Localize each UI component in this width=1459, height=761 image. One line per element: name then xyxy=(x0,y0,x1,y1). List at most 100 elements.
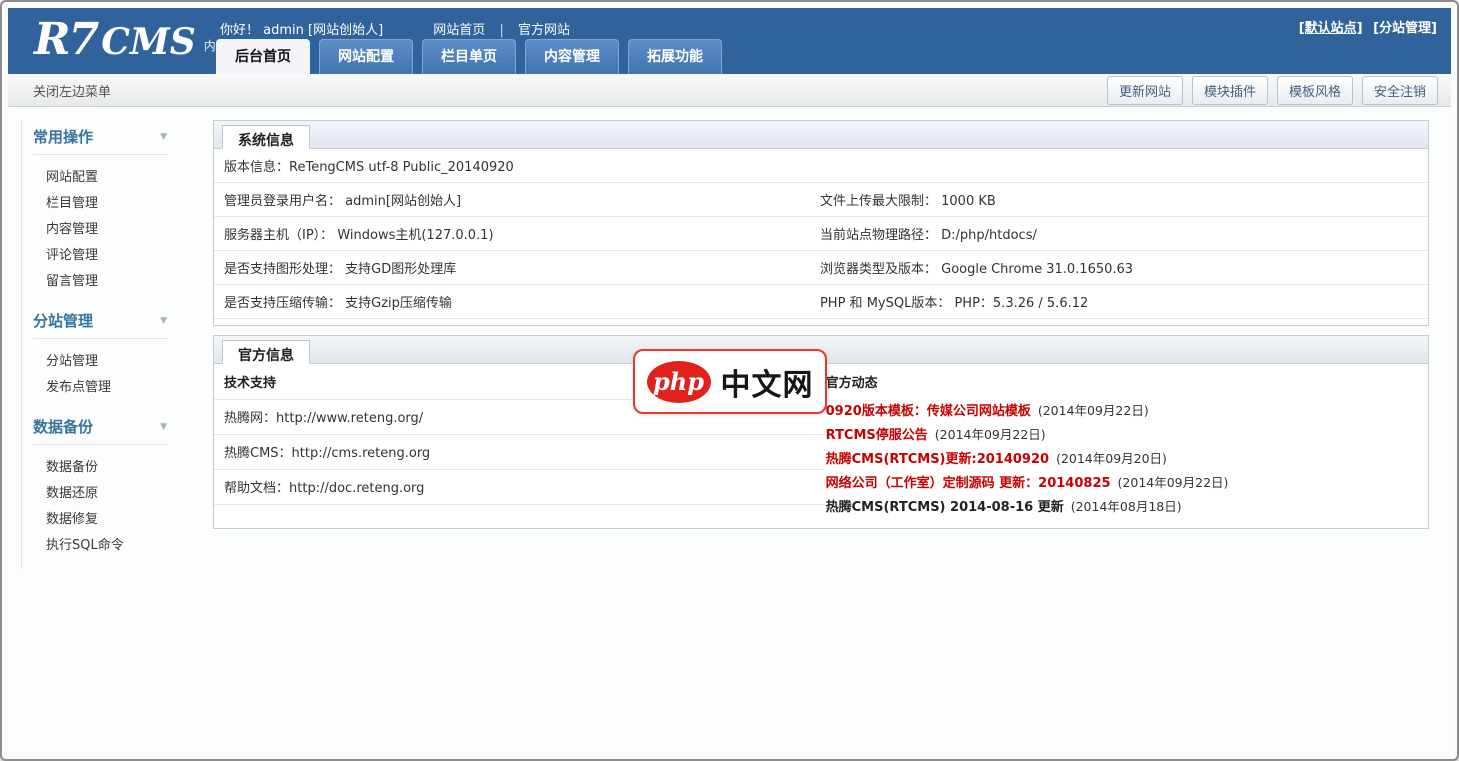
module-plugins-button[interactable]: 模块插件 xyxy=(1192,76,1268,105)
site-path-info: 当前站点物理路径： D:/php/htdocs/ xyxy=(820,224,1428,243)
list-item[interactable]: RTCMS停服公告(2014年09月22日) xyxy=(826,422,1420,446)
info-value: 1000 KB xyxy=(941,194,996,209)
info-label: 版本信息： xyxy=(224,160,289,175)
sidebar-item-content-admin[interactable]: 内容管理 xyxy=(46,215,186,241)
table-row: 管理员登录用户名： admin[网站创始人] 文件上传最大限制： 1000 KB xyxy=(214,183,1428,217)
admin-username-info: 管理员登录用户名： admin[网站创始人] xyxy=(224,190,820,209)
user-greeting: 你好！ admin [网站创始人] xyxy=(220,23,383,38)
sidebar-item-site-config[interactable]: 网站配置 xyxy=(46,163,186,189)
info-value: ReTengCMS utf-8 Public_20140920 xyxy=(289,160,514,175)
sidebar-group-common-header[interactable]: 常用操作 ▼ xyxy=(33,121,169,155)
sidebar-group-title: 数据备份 xyxy=(33,416,93,437)
sidebar-item-data-restore[interactable]: 数据还原 xyxy=(46,479,186,505)
brand-logo-cms: CMS xyxy=(101,21,196,63)
tab-content-admin[interactable]: 内容管理 xyxy=(525,39,619,74)
list-item[interactable]: 热腾CMS(RTCMS) 2014-08-16 更新 (2014年08月18日) xyxy=(826,494,1420,518)
sidebar-group-backup-items: 数据备份 数据还原 数据修复 执行SQL命令 xyxy=(33,445,186,569)
info-label: 是否支持图形处理： xyxy=(224,262,341,277)
info-label: 管理员登录用户名： xyxy=(224,194,341,209)
sidebar-group-common-items: 网站配置 栏目管理 内容管理 评论管理 留言管理 xyxy=(33,155,186,305)
info-value: D:/php/htdocs/ xyxy=(941,228,1037,243)
sidebar-group-branch: 分站管理 ▼ 分站管理 发布点管理 xyxy=(33,305,186,411)
gzip-support-info: 是否支持压缩传输： 支持Gzip压缩传输 xyxy=(224,292,820,311)
news-title[interactable]: 热腾CMS(RTCMS) 2014-08-16 更新 xyxy=(826,500,1064,515)
default-site-link[interactable]: [默认站点] xyxy=(1299,21,1363,36)
news-date: (2014年09月22日) xyxy=(1118,475,1229,490)
info-label: PHP 和 MySQL版本： xyxy=(820,296,950,311)
help-doc-link[interactable]: http://doc.reteng.org xyxy=(289,481,424,496)
reteng-cms-link[interactable]: http://cms.reteng.org xyxy=(292,446,431,461)
info-value: Google Chrome 31.0.1650.63 xyxy=(941,262,1133,277)
table-row: 是否支持压缩传输： 支持Gzip压缩传输 PHP 和 MySQL版本： PHP：… xyxy=(214,285,1428,319)
browser-info: 浏览器类型及版本： Google Chrome 31.0.1650.63 xyxy=(820,258,1428,277)
list-item[interactable]: 热腾CMS(RTCMS)更新:20140920 (2014年09月20日) xyxy=(826,446,1420,470)
list-item[interactable]: 0920版本模板：传媒公司网站模板 (2014年09月22日) xyxy=(826,398,1420,422)
sidebar-item-comment-admin[interactable]: 评论管理 xyxy=(46,241,186,267)
sidebar-item-exec-sql[interactable]: 执行SQL命令 xyxy=(46,531,186,557)
content-area: 常用操作 ▼ 网站配置 栏目管理 内容管理 评论管理 留言管理 分站管理 ▼ 分… xyxy=(8,107,1451,757)
support-label: 热腾网： xyxy=(224,411,276,426)
chevron-down-icon: ▼ xyxy=(160,132,167,142)
sidebar-group-backup-header[interactable]: 数据备份 ▼ xyxy=(33,411,169,445)
logout-button[interactable]: 安全注销 xyxy=(1362,76,1438,105)
news-title[interactable]: 热腾CMS(RTCMS)更新:20140920 xyxy=(826,452,1049,467)
news-date: (2014年09月22日) xyxy=(1038,403,1149,418)
sidebar-item-data-backup[interactable]: 数据备份 xyxy=(46,453,186,479)
template-style-button[interactable]: 模板风格 xyxy=(1277,76,1353,105)
table-row: 是否支持图形处理： 支持GD图形处理库 浏览器类型及版本： Google Chr… xyxy=(214,251,1428,285)
gd-support-info: 是否支持图形处理： 支持GD图形处理库 xyxy=(224,258,820,277)
support-label: 帮助文档： xyxy=(224,481,289,496)
server-host-info: 服务器主机（IP）： Windows主机(127.0.0.1) xyxy=(224,224,820,243)
close-left-menu-link[interactable]: 关闭左边菜单 xyxy=(21,81,111,100)
news-date: (2014年08月18日) xyxy=(1071,499,1182,514)
news-title[interactable]: RTCMS停服公告 xyxy=(826,428,928,443)
official-news-header: 官方动态 xyxy=(826,364,1420,398)
sidebar-item-publish-point[interactable]: 发布点管理 xyxy=(46,373,186,399)
branch-admin-link[interactable]: [分站管理] xyxy=(1373,21,1437,36)
site-home-link[interactable]: 网站首页 xyxy=(433,23,485,38)
tab-site-config[interactable]: 网站配置 xyxy=(319,39,413,74)
sidebar-item-message-admin[interactable]: 留言管理 xyxy=(46,267,186,293)
table-row: 服务器主机（IP）： Windows主机(127.0.0.1) 当前站点物理路径… xyxy=(214,217,1428,251)
list-item: 热腾CMS：http://cms.reteng.org xyxy=(214,435,825,470)
system-info-tab[interactable]: 系统信息 xyxy=(222,125,310,149)
sidebar-group-branch-header[interactable]: 分站管理 ▼ xyxy=(33,305,169,339)
official-info-tab[interactable]: 官方信息 xyxy=(222,340,310,364)
panel-spacer xyxy=(214,319,1428,325)
sidebar-item-branch-admin[interactable]: 分站管理 xyxy=(46,347,186,373)
news-title[interactable]: 0920版本模板：传媒公司网站模板 xyxy=(826,404,1031,419)
system-info-panel-header: 系统信息 xyxy=(214,121,1428,149)
nav-divider: | xyxy=(499,23,503,38)
main-tabs: 后台首页 网站配置 栏目单页 内容管理 拓展功能 xyxy=(216,39,731,74)
info-label: 当前站点物理路径： xyxy=(820,228,937,243)
sidebar: 常用操作 ▼ 网站配置 栏目管理 内容管理 评论管理 留言管理 分站管理 ▼ 分… xyxy=(21,121,186,569)
watermark-text: 中文网 xyxy=(721,360,814,404)
app-window: R7CMS内容管理系统 你好！ admin [网站创始人] 网站首页 | 官方网… xyxy=(0,0,1459,761)
update-site-button[interactable]: 更新网站 xyxy=(1107,76,1183,105)
php-chinese-net-watermark: php 中文网 xyxy=(633,349,827,414)
sidebar-group-common: 常用操作 ▼ 网站配置 栏目管理 内容管理 评论管理 留言管理 xyxy=(33,121,186,305)
sidebar-group-backup: 数据备份 ▼ 数据备份 数据还原 数据修复 执行SQL命令 xyxy=(33,411,186,569)
reteng-site-link[interactable]: http://www.reteng.org/ xyxy=(276,411,423,426)
list-item[interactable]: 网络公司（工作室）定制源码 更新：20140825 (2014年09月22日) xyxy=(826,470,1420,494)
info-value: Windows主机(127.0.0.1) xyxy=(337,228,493,243)
sidebar-group-branch-items: 分站管理 发布点管理 xyxy=(33,339,186,411)
sidebar-item-column-admin[interactable]: 栏目管理 xyxy=(46,189,186,215)
tab-column-page[interactable]: 栏目单页 xyxy=(422,39,516,74)
tab-dashboard[interactable]: 后台首页 xyxy=(216,39,310,74)
chevron-down-icon: ▼ xyxy=(160,316,167,326)
sidebar-group-title: 分站管理 xyxy=(33,310,93,331)
tab-extensions[interactable]: 拓展功能 xyxy=(628,39,722,74)
sidebar-group-title: 常用操作 xyxy=(33,126,93,147)
news-date: (2014年09月20日) xyxy=(1056,451,1167,466)
sidebar-item-data-repair[interactable]: 数据修复 xyxy=(46,505,186,531)
info-value: PHP：5.3.26 / 5.6.12 xyxy=(954,296,1088,311)
support-label: 热腾CMS： xyxy=(224,446,292,461)
official-site-link[interactable]: 官方网站 xyxy=(518,23,570,38)
main-area: 系统信息 版本信息：ReTengCMS utf-8 Public_2014092… xyxy=(213,120,1429,538)
header-topline: 你好！ admin [网站创始人] 网站首页 | 官方网站 xyxy=(220,19,570,38)
info-label: 文件上传最大限制： xyxy=(820,194,937,209)
php-logo-icon: php xyxy=(647,361,711,403)
news-title[interactable]: 网络公司（工作室）定制源码 更新：20140825 xyxy=(826,476,1111,491)
official-news-column: 官方动态 0920版本模板：传媒公司网站模板 (2014年09月22日) RTCM… xyxy=(825,364,1428,528)
